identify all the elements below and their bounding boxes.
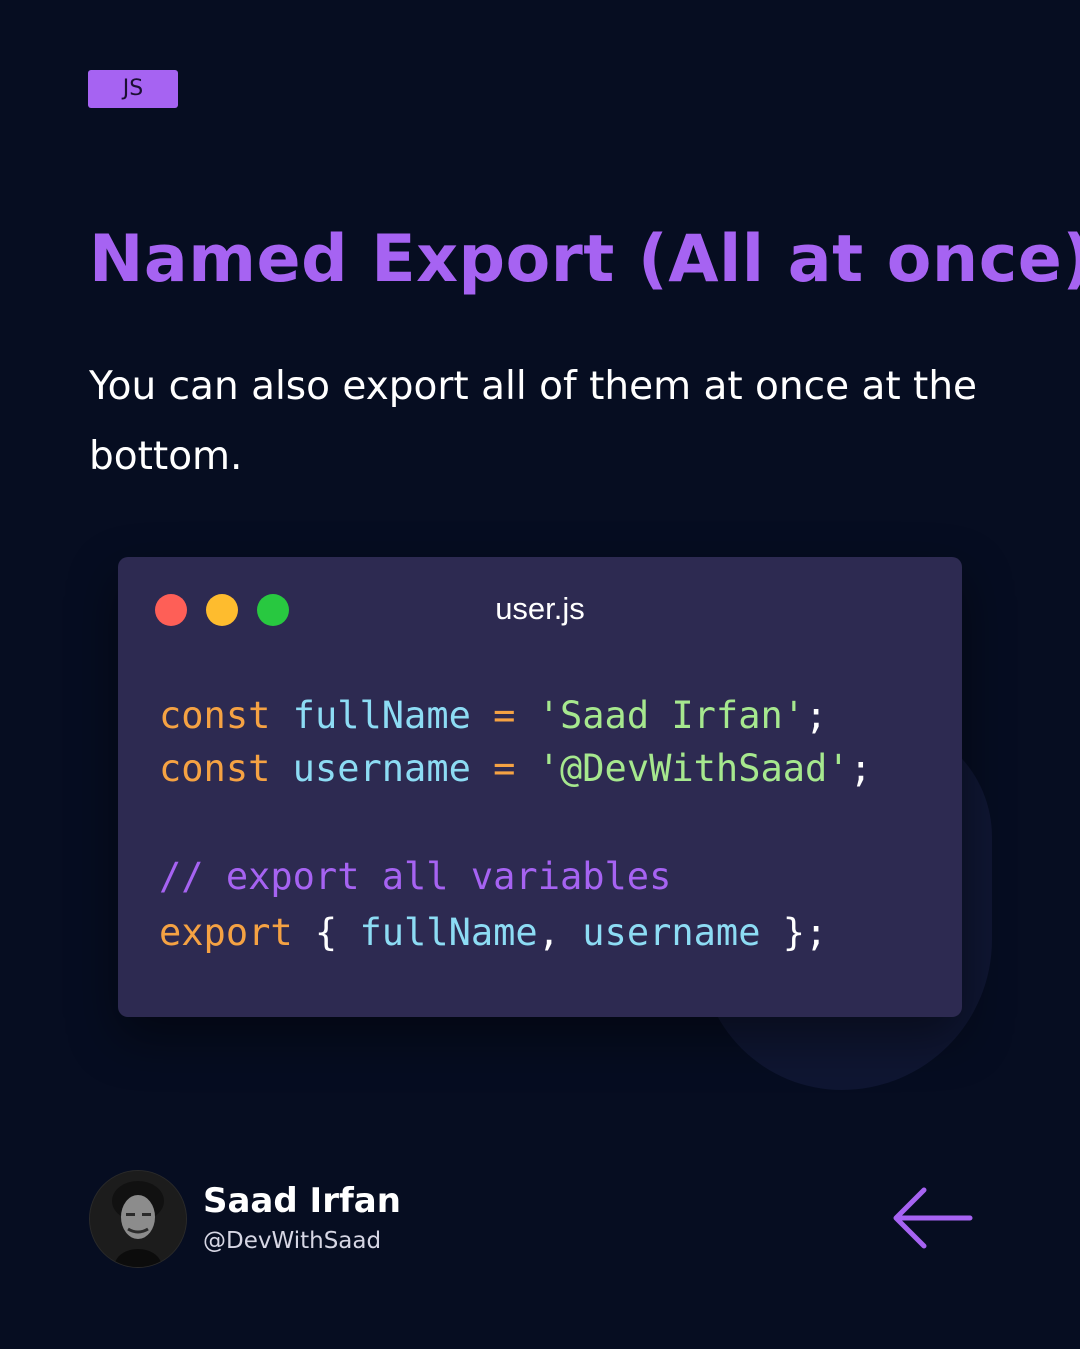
code-punctuation: ; bbox=[849, 747, 872, 790]
arrow-left-icon[interactable] bbox=[890, 1184, 974, 1252]
code-window: user.js const fullName = 'Saad Irfan'; co… bbox=[118, 557, 962, 1017]
code-identifier: username bbox=[292, 747, 471, 790]
code-operator: = bbox=[470, 747, 538, 790]
code-block: const fullName = 'Saad Irfan'; const user… bbox=[159, 689, 872, 959]
code-line: const fullName = 'Saad Irfan'; bbox=[159, 689, 872, 742]
code-keyword: export bbox=[159, 911, 293, 954]
description-text: You can also export all of them at once … bbox=[89, 364, 978, 479]
code-keyword: const bbox=[159, 747, 271, 790]
code-line: const username = '@DevWithSaad'; bbox=[159, 742, 872, 795]
code-identifier: username bbox=[582, 911, 761, 954]
code-keyword: const bbox=[159, 694, 271, 737]
code-punctuation bbox=[270, 694, 292, 737]
code-string: 'Saad Irfan' bbox=[537, 694, 806, 737]
code-line: export { fullName, username }; bbox=[159, 906, 872, 959]
code-filename: user.js bbox=[495, 591, 585, 626]
page-title: Named Export (All at once) bbox=[89, 222, 1080, 297]
language-tag: JS bbox=[88, 70, 178, 108]
code-string: '@DevWithSaad' bbox=[537, 747, 850, 790]
code-punctuation bbox=[270, 747, 292, 790]
author-handle: @DevWithSaad bbox=[203, 1228, 382, 1254]
code-punctuation: }; bbox=[760, 911, 828, 954]
code-identifier: fullName bbox=[359, 911, 538, 954]
code-punctuation: { bbox=[292, 911, 360, 954]
code-operator: = bbox=[470, 694, 538, 737]
code-punctuation: , bbox=[537, 911, 583, 954]
code-comment: // export all variables bbox=[159, 855, 672, 898]
author-avatar bbox=[89, 1170, 187, 1268]
code-line: // export all variables bbox=[159, 848, 872, 906]
author-name: Saad Irfan bbox=[203, 1181, 401, 1221]
code-identifier: fullName bbox=[292, 694, 471, 737]
code-punctuation: ; bbox=[805, 694, 828, 737]
